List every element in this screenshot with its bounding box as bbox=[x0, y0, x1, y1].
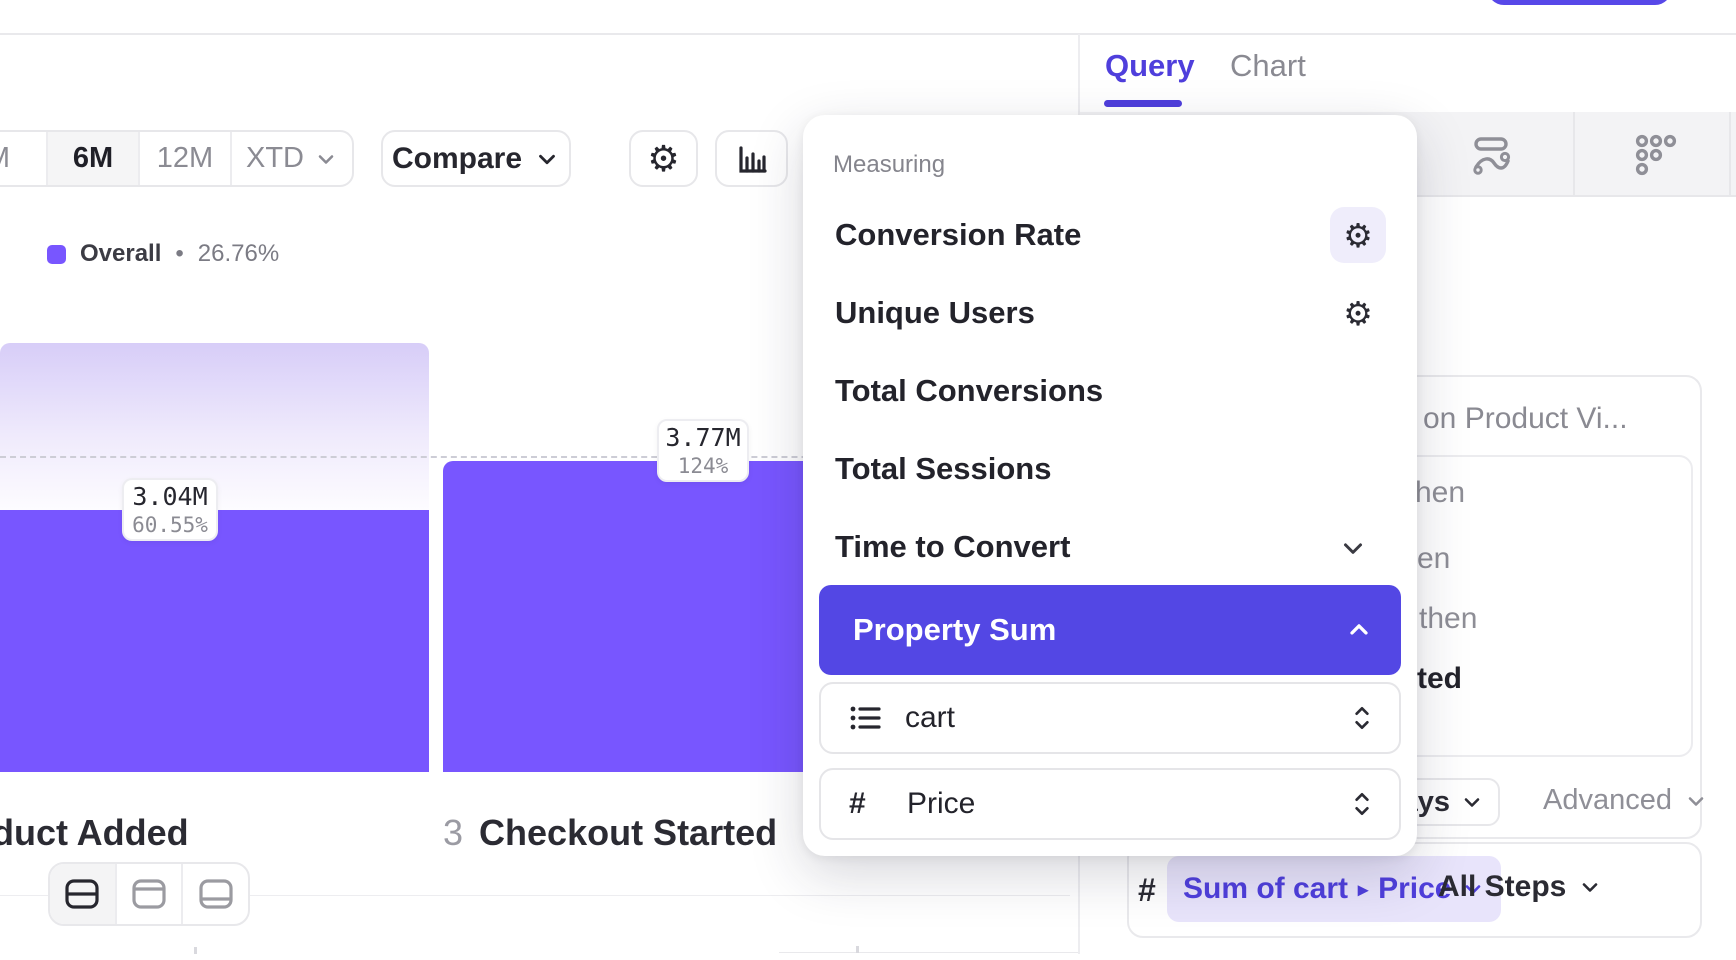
time-range-12m[interactable]: 12M bbox=[138, 132, 230, 185]
menu-item-conversion-rate[interactable]: Conversion Rate bbox=[803, 200, 1417, 270]
conversion-rate-settings-button[interactable]: ⚙ bbox=[1330, 207, 1386, 263]
chart-settings-button[interactable]: ⚙ bbox=[629, 130, 698, 187]
advanced-label: Advanced bbox=[1543, 784, 1672, 817]
legend-swatch bbox=[47, 245, 66, 264]
menu-item-label: Conversion Rate bbox=[835, 217, 1081, 253]
chevron-down-icon bbox=[1578, 875, 1602, 899]
advanced-dropdown[interactable]: Advanced bbox=[1543, 784, 1708, 817]
step-index: 3 bbox=[443, 812, 463, 854]
step-label-text: Checkout Started bbox=[479, 812, 777, 854]
chevron-up-icon bbox=[1345, 616, 1373, 644]
gear-icon: ⚙ bbox=[1343, 219, 1373, 252]
time-range-12m-label: 12M bbox=[157, 142, 213, 175]
property-select-price[interactable]: # Price bbox=[819, 768, 1401, 840]
funnel-value: 3.04M bbox=[132, 482, 207, 511]
primary-action-button[interactable] bbox=[1487, 0, 1672, 5]
compare-button[interactable]: Compare bbox=[381, 130, 571, 187]
hash-icon: # bbox=[849, 787, 885, 821]
compare-label: Compare bbox=[392, 142, 522, 176]
menu-item-unique-users[interactable]: Unique Users bbox=[803, 278, 1417, 348]
counting-header-fragment: on Product Vi... bbox=[1423, 402, 1628, 436]
step-row-fragment: en bbox=[1417, 542, 1450, 576]
menu-item-label: Unique Users bbox=[835, 295, 1035, 331]
time-range-m-label: M bbox=[0, 142, 10, 175]
chevron-down-icon bbox=[534, 146, 560, 172]
legend-separator: • bbox=[175, 240, 183, 268]
unique-users-settings-button[interactable]: ⚙ bbox=[1330, 285, 1386, 341]
property-select-cart[interactable]: cart bbox=[819, 682, 1401, 754]
chevron-down-icon bbox=[1460, 790, 1484, 814]
menu-item-time-to-convert[interactable]: Time to Convert bbox=[803, 512, 1417, 582]
step-label-text: duct Added bbox=[0, 812, 189, 853]
tab-query[interactable]: Query bbox=[1105, 48, 1195, 84]
funnel-bar-product-added[interactable] bbox=[0, 510, 429, 772]
measuring-popover: Measuring Conversion Rate ⚙ Unique Users… bbox=[803, 115, 1417, 856]
layout-header-top-button[interactable] bbox=[115, 864, 182, 924]
chip-arrow-icon: ▸ bbox=[1358, 877, 1368, 902]
layout-header-top-icon bbox=[131, 878, 167, 910]
gear-icon: ⚙ bbox=[1343, 297, 1373, 330]
step-label-checkout-started: 3 Checkout Started bbox=[443, 812, 777, 854]
metric-dots-button[interactable] bbox=[1632, 131, 1680, 179]
funnel-value-card: 3.04M 60.55% bbox=[122, 478, 218, 541]
property-field-value: cart bbox=[905, 701, 1327, 735]
step-row-fragment-bold: ted bbox=[1417, 662, 1462, 696]
menu-item-label: Time to Convert bbox=[835, 529, 1070, 565]
funnel-percent: 124% bbox=[678, 454, 729, 478]
axis-tick bbox=[856, 946, 859, 953]
time-range-m[interactable]: M bbox=[0, 132, 46, 185]
bar-chart-icon bbox=[733, 140, 771, 178]
layout-footer-bottom-button[interactable] bbox=[181, 864, 248, 924]
menu-item-label: Total Conversions bbox=[835, 373, 1103, 409]
all-steps-label: All Steps bbox=[1438, 870, 1566, 904]
gear-icon: ⚙ bbox=[647, 141, 679, 177]
tab-chart[interactable]: Chart bbox=[1230, 48, 1306, 84]
strip-divider bbox=[1573, 112, 1575, 197]
funnel-value-card: 3.77M 124% bbox=[657, 419, 749, 482]
time-range-xtd[interactable]: XTD bbox=[230, 132, 352, 185]
menu-item-total-sessions[interactable]: Total Sessions bbox=[803, 434, 1417, 504]
app-screen: M 6M 12M XTD Compare ⚙ Overall • 26.76% bbox=[0, 0, 1736, 960]
sorter-icon bbox=[1349, 789, 1375, 819]
active-tab-indicator bbox=[1104, 100, 1182, 107]
menu-item-label: Total Sessions bbox=[835, 451, 1052, 487]
numeric-field-value: Price bbox=[907, 787, 1327, 821]
menu-item-property-sum-selected[interactable]: Property Sum bbox=[819, 585, 1401, 675]
chip-prefix: Sum of cart bbox=[1183, 872, 1348, 906]
all-steps-dropdown[interactable]: All Steps bbox=[1438, 870, 1602, 904]
chevron-down-icon bbox=[1684, 789, 1708, 813]
chevron-down-icon bbox=[314, 147, 338, 171]
list-icon bbox=[849, 703, 883, 733]
legend-series-label: Overall bbox=[80, 240, 161, 268]
numeric-type-icon: # bbox=[1138, 872, 1156, 909]
step-label-product-added: duct Added bbox=[0, 812, 189, 854]
funnel-value: 3.77M bbox=[665, 423, 740, 452]
legend[interactable]: Overall • 26.76% bbox=[47, 240, 279, 268]
header-divider bbox=[0, 33, 1736, 35]
chevron-down-icon bbox=[1338, 533, 1368, 563]
step-row-fragment: hen bbox=[1415, 476, 1465, 510]
time-range-6m-label: 6M bbox=[73, 142, 113, 175]
time-range-xtd-label: XTD bbox=[246, 142, 304, 175]
strip-divider bbox=[1729, 112, 1731, 197]
layout-split-middle-button[interactable] bbox=[50, 864, 115, 924]
legend-conversion-value: 26.76% bbox=[198, 240, 279, 268]
layout-split-middle-icon bbox=[64, 878, 100, 910]
bottom-divider bbox=[779, 952, 1078, 953]
time-range-group: M 6M 12M XTD bbox=[0, 130, 354, 187]
chart-type-button[interactable] bbox=[715, 130, 788, 187]
step-row-fragment: then bbox=[1419, 602, 1477, 636]
selected-item-label: Property Sum bbox=[853, 612, 1345, 648]
breakdown-layout-segmented-control bbox=[48, 862, 250, 926]
menu-item-total-conversions[interactable]: Total Conversions bbox=[803, 356, 1417, 426]
funnel-percent: 60.55% bbox=[132, 513, 208, 537]
time-range-6m[interactable]: 6M bbox=[46, 132, 138, 185]
popover-title: Measuring bbox=[833, 151, 945, 179]
axis-tick bbox=[194, 947, 197, 954]
funnel-trends-button[interactable] bbox=[1468, 131, 1516, 179]
sorter-icon bbox=[1349, 703, 1375, 733]
layout-footer-bottom-icon bbox=[198, 878, 234, 910]
